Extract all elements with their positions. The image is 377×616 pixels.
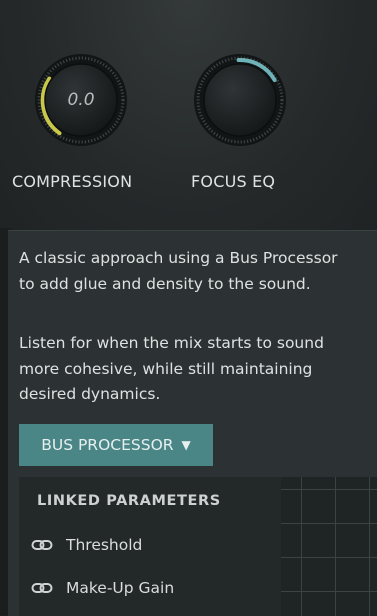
linked-parameters-panel: LINKED PARAMETERS Threshold Make-Up Gain	[19, 477, 281, 616]
linked-param-make-up-gain[interactable]: Make-Up Gain	[31, 576, 174, 600]
compression-label: COMPRESSION	[12, 172, 133, 191]
effect-controls-panel: 0.0 COMPRESSION FOCUS EQ	[0, 0, 377, 240]
link-icon	[31, 540, 53, 550]
focus-eq-knob-graphic	[194, 54, 286, 146]
link-icon	[31, 583, 53, 593]
compression-knob[interactable]: 0.0	[34, 53, 128, 147]
background-graph-grid	[281, 477, 377, 616]
module-info-popover: A classic approach using a Bus Processor…	[8, 230, 377, 616]
description-text-1: A classic approach using a Bus Processor…	[19, 249, 338, 293]
linked-parameters-title: LINKED PARAMETERS	[37, 493, 221, 509]
linked-param-label: Make-Up Gain	[66, 579, 175, 597]
focus-eq-label: FOCUS EQ	[191, 172, 276, 191]
bus-processor-dropdown[interactable]: BUS PROCESSOR ▼	[19, 424, 213, 466]
linked-param-threshold[interactable]: Threshold	[31, 533, 142, 557]
focus-eq-knob[interactable]	[193, 53, 287, 147]
compression-value: 0.0	[67, 90, 95, 110]
caret-down-icon: ▼	[181, 438, 191, 452]
linked-param-label: Threshold	[66, 536, 143, 554]
description-text-2: Listen for when the mix starts to sound …	[19, 334, 324, 403]
dropdown-selected-label: BUS PROCESSOR	[41, 436, 174, 454]
